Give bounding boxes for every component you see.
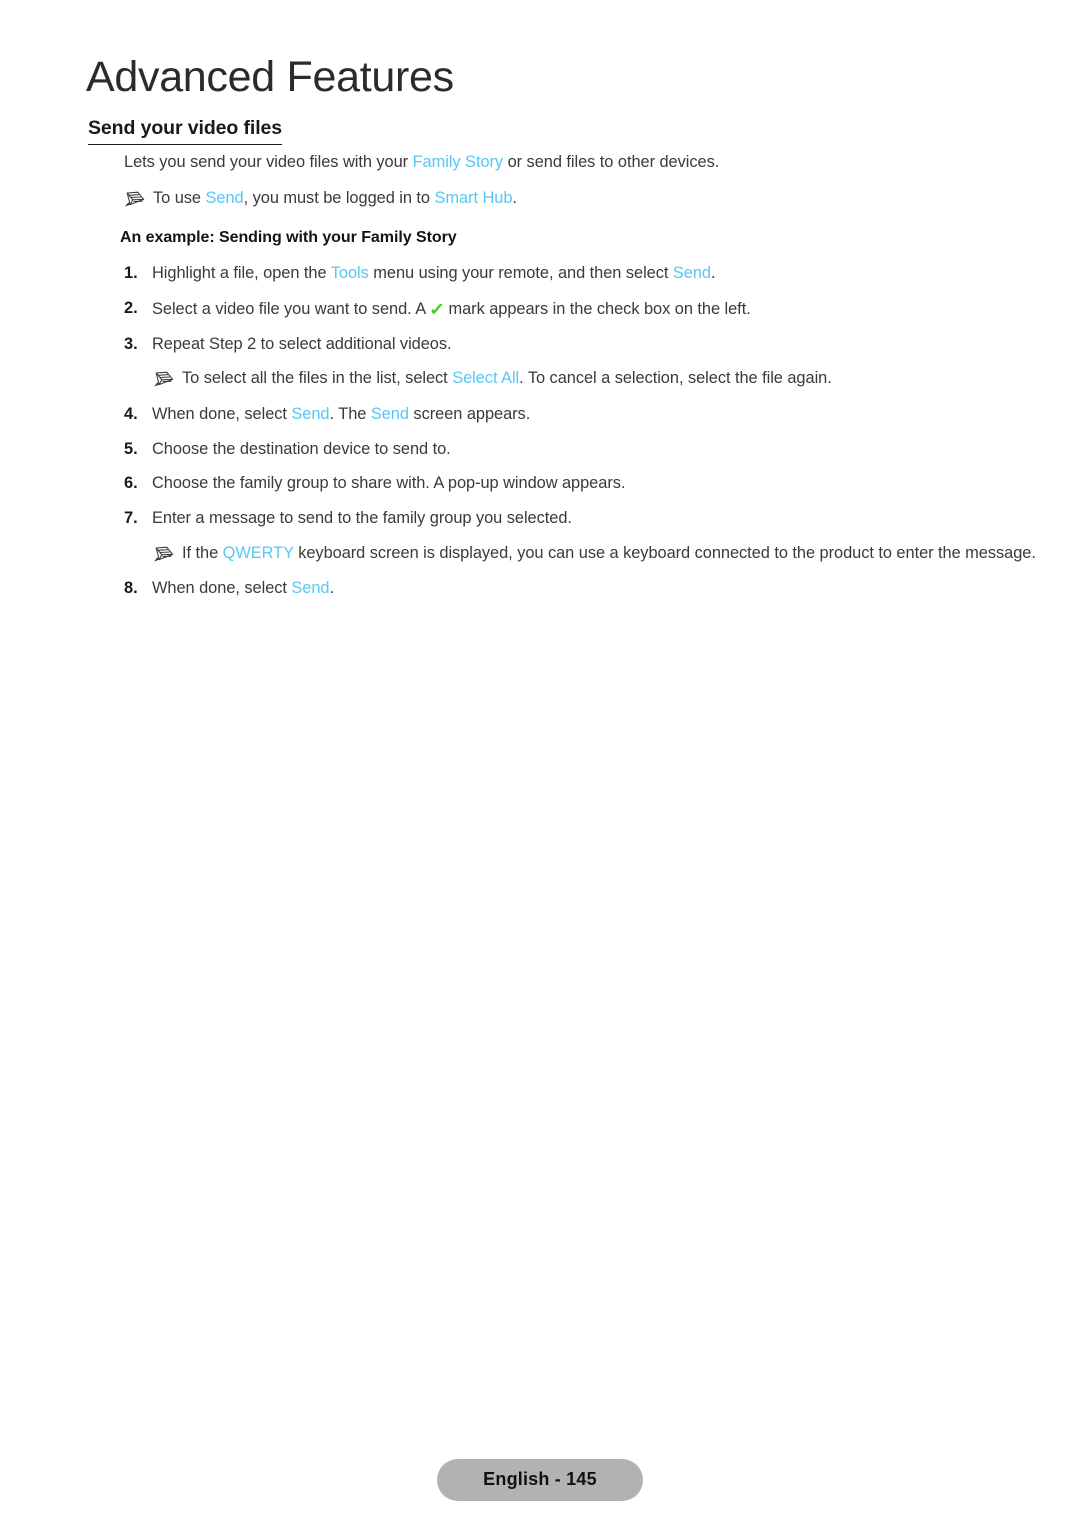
note-select-all: To select all the files in the list, sel… — [153, 368, 1043, 390]
step-7-number: 7. — [124, 508, 138, 527]
step-8: 8. When done, select Send. — [124, 578, 1024, 600]
step-1-text-2: menu using your remote, and then select — [368, 264, 673, 283]
step-8-text: When done, select Send. — [152, 578, 1024, 600]
section-heading: Send your video files — [88, 117, 282, 145]
step-1-text-1: Highlight a file, open the — [152, 264, 331, 283]
body-content: Lets you send your video files with your… — [0, 152, 1080, 613]
pencil-note-icon — [124, 190, 146, 209]
send-link[interactable]: Send — [673, 264, 711, 282]
note-qwerty-text-1: If the — [182, 543, 223, 562]
note-text-3: . — [512, 188, 517, 207]
qwerty-link[interactable]: QWERTY — [223, 544, 294, 562]
step-6-number: 6. — [124, 474, 138, 493]
step-7-text: Enter a message to send to the family gr… — [152, 508, 572, 527]
note-select-all-text-2: . To cancel a selection, select the file… — [519, 369, 832, 388]
step-4-text-1: When done, select — [152, 404, 292, 423]
tools-link[interactable]: Tools — [331, 264, 369, 282]
intro-text-before: Lets you send your video files with your — [124, 153, 413, 171]
note-text-1: To use — [153, 188, 206, 207]
step-5-number: 5. — [124, 439, 138, 458]
family-story-link[interactable]: Family Story — [413, 153, 504, 171]
note-smart-hub-text: To use Send, you must be logged in to Sm… — [153, 188, 1014, 210]
checkmark-icon: ✓ — [428, 299, 446, 319]
step-4-text-3: screen appears. — [408, 404, 531, 423]
step-6: 6. Choose the family group to share with… — [124, 473, 1024, 495]
page-number-badge: English - 145 — [437, 1459, 643, 1501]
step-4-text: When done, select Send. The Send screen … — [152, 404, 1024, 426]
chapter-title: Advanced Features — [86, 53, 454, 101]
step-1-text: Highlight a file, open the Tools menu us… — [152, 263, 1024, 285]
step-4-text-2: . The — [329, 404, 371, 423]
step-4-number: 4. — [124, 404, 138, 423]
step-8-text-1: When done, select — [152, 579, 292, 598]
step-8-number: 8. — [124, 579, 138, 598]
step-1: 1. Highlight a file, open the Tools menu… — [124, 263, 1024, 285]
step-5-text: Choose the destination device to send to… — [152, 439, 451, 458]
send-screen-link[interactable]: Send — [371, 405, 409, 423]
note-qwerty-text-2: keyboard screen is displayed, you can us… — [293, 543, 1036, 562]
step-1-text-3: . — [710, 264, 716, 283]
pencil-note-icon — [153, 545, 175, 564]
step-1-number: 1. — [124, 264, 138, 283]
page-footer: English - 145 — [0, 1459, 1080, 1501]
step-2-text-2: mark appears in the check box on the lef… — [443, 299, 751, 318]
smart-hub-link[interactable]: Smart Hub — [435, 189, 513, 207]
send-link[interactable]: Send — [206, 189, 244, 207]
step-2-text-1: Select a video file you want to send. A — [152, 299, 430, 318]
step-3: 3. Repeat Step 2 to select additional vi… — [124, 334, 1024, 356]
step-3-text: Repeat Step 2 to select additional video… — [152, 334, 452, 353]
note-qwerty-text: If the QWERTY keyboard screen is display… — [182, 543, 1043, 565]
send-link[interactable]: Send — [291, 579, 329, 597]
intro-text-after: or send files to other devices. — [503, 153, 720, 171]
select-all-link[interactable]: Select All — [452, 369, 519, 387]
note-qwerty: If the QWERTY keyboard screen is display… — [153, 543, 1043, 565]
send-link[interactable]: Send — [291, 405, 329, 423]
document-page: Advanced Features Send your video files … — [0, 0, 1080, 1534]
step-7: 7. Enter a message to send to the family… — [124, 508, 1024, 530]
step-3-number: 3. — [124, 334, 138, 353]
step-4: 4. When done, select Send. The Send scre… — [124, 404, 1024, 426]
step-2-text: Select a video file you want to send. A … — [152, 298, 1024, 321]
step-6-text: Choose the family group to share with. A… — [152, 474, 626, 493]
note-text-2: , you must be logged in to — [243, 188, 435, 207]
note-select-all-text: To select all the files in the list, sel… — [182, 368, 1043, 390]
step-2-number: 2. — [124, 298, 138, 317]
note-select-all-text-1: To select all the files in the list, sel… — [182, 369, 453, 388]
step-8-text-2: . — [329, 579, 335, 598]
pencil-note-icon — [153, 370, 175, 389]
note-smart-hub: To use Send, you must be logged in to Sm… — [124, 188, 1014, 210]
step-2: 2. Select a video file you want to send.… — [124, 298, 1024, 321]
intro-paragraph: Lets you send your video files with your… — [124, 152, 1024, 174]
step-5: 5. Choose the destination device to send… — [124, 439, 1024, 461]
example-heading: An example: Sending with your Family Sto… — [120, 229, 457, 247]
